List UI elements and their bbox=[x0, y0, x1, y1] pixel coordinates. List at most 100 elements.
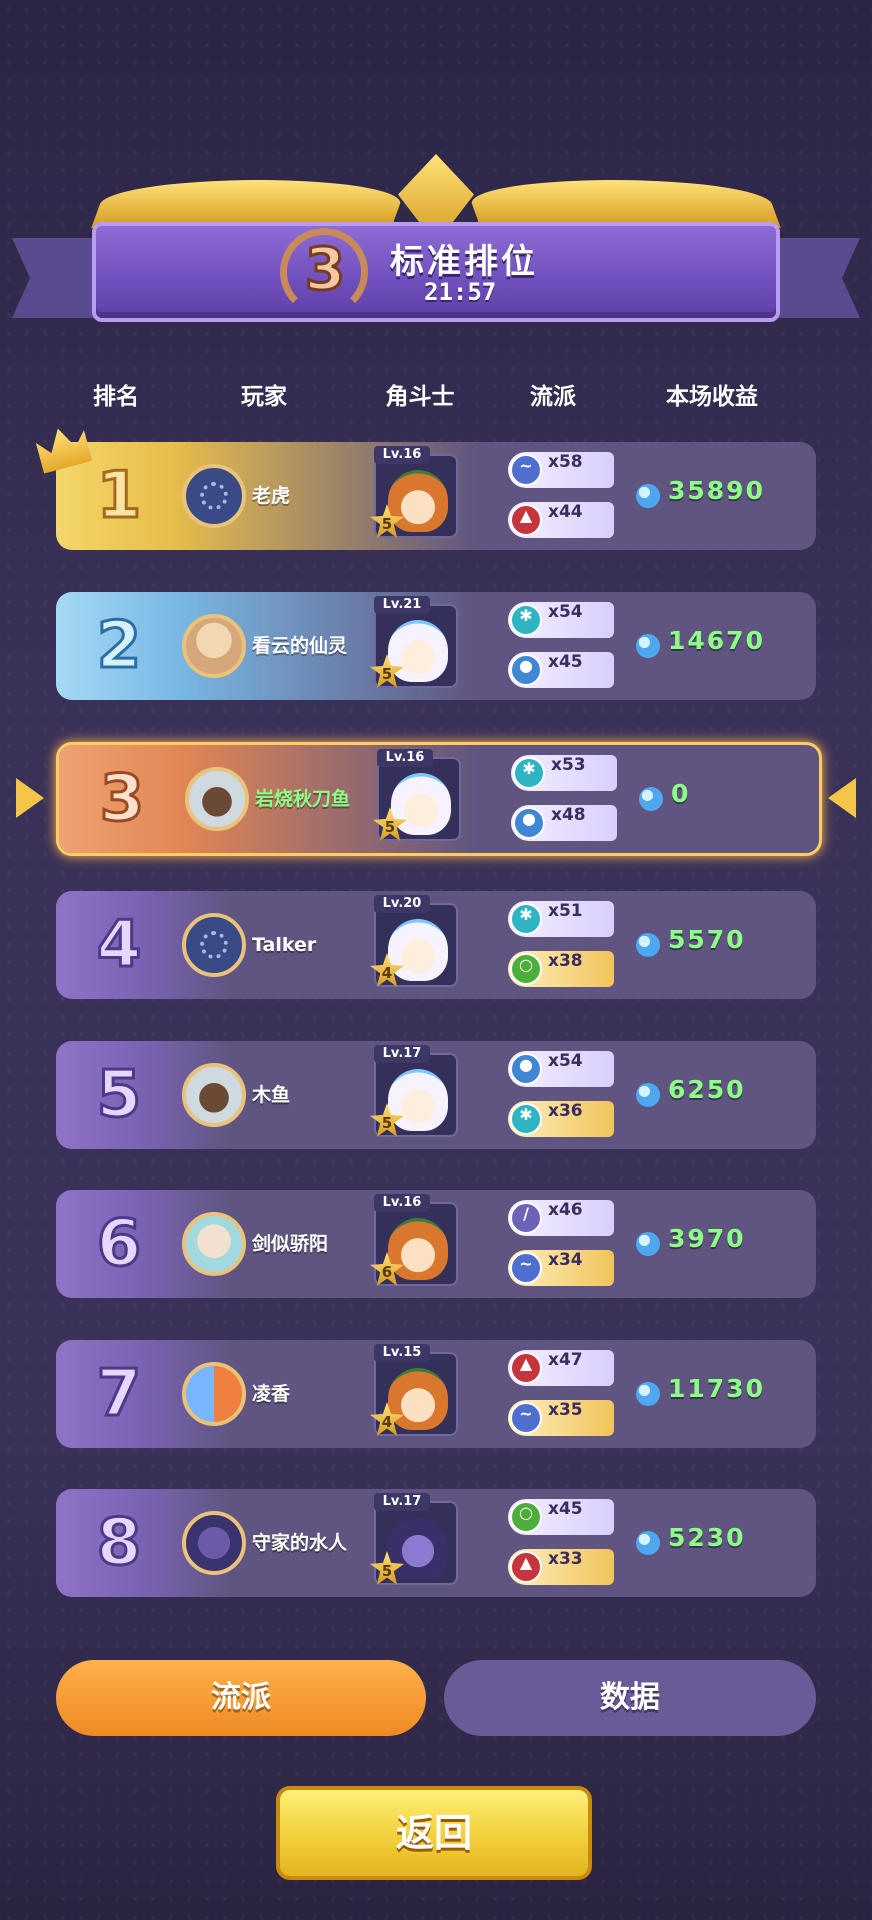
faction-count: x35 bbox=[548, 1400, 583, 1420]
faction-badge-primary[interactable]: ✱ x54 bbox=[508, 602, 614, 638]
faction-badge-primary[interactable]: ✱ x51 bbox=[508, 901, 614, 937]
player-name: 看云的仙灵 bbox=[252, 635, 348, 657]
match-income: 5230 bbox=[668, 1523, 746, 1552]
faction-badge-secondary[interactable]: ○ x38 bbox=[508, 951, 614, 987]
faction-badge-secondary[interactable]: ▲ x44 bbox=[508, 502, 614, 538]
gem-icon bbox=[636, 634, 660, 658]
blue-spirit-icon: ~ bbox=[510, 1402, 542, 1434]
match-income: 5570 bbox=[668, 925, 746, 954]
self-marker-left-arrow-icon bbox=[16, 778, 44, 818]
faction-badge-primary[interactable]: ● x54 bbox=[508, 1051, 614, 1087]
rank-number: 8 bbox=[95, 1505, 143, 1582]
tab-data[interactable]: 数据 bbox=[444, 1660, 816, 1736]
final-rank-badge: 3 bbox=[303, 235, 346, 304]
self-marker-right-arrow-icon bbox=[828, 778, 856, 818]
faction-count: x33 bbox=[548, 1549, 583, 1569]
water-drop-icon: ● bbox=[510, 1053, 542, 1085]
tab-faction[interactable]: 流派 bbox=[56, 1660, 426, 1736]
match-timer: 21:57 bbox=[424, 278, 497, 306]
faction-badge-secondary[interactable]: ▲ x33 bbox=[508, 1549, 614, 1585]
fighter-level: Lv.16 bbox=[374, 1194, 430, 1212]
player-avatar[interactable] bbox=[182, 1212, 246, 1276]
fighter-level: Lv.16 bbox=[374, 446, 430, 464]
faction-badge-secondary[interactable]: ✱ x36 bbox=[508, 1101, 614, 1137]
faction-count: x36 bbox=[548, 1101, 583, 1121]
faction-count: x45 bbox=[548, 652, 583, 672]
ribbon-tail-right bbox=[770, 238, 860, 318]
ranking-row[interactable]: 2 看云的仙灵 Lv.21 5 ✱ x54 ● x45 14670 bbox=[56, 592, 816, 700]
player-avatar[interactable] bbox=[182, 1362, 246, 1426]
red-flame-icon: ▲ bbox=[510, 1352, 542, 1384]
ranking-row[interactable]: 1 老虎 Lv.16 5 ~ x58 ▲ x44 35890 bbox=[56, 442, 816, 550]
match-income: 0 bbox=[671, 779, 691, 808]
player-avatar[interactable] bbox=[182, 913, 246, 977]
col-player: 玩家 bbox=[241, 384, 287, 410]
green-potion-icon: ○ bbox=[510, 953, 542, 985]
faction-badge-primary[interactable]: ○ x45 bbox=[508, 1499, 614, 1535]
faction-count: x38 bbox=[548, 951, 583, 971]
gem-icon bbox=[636, 1232, 660, 1256]
match-income: 6250 bbox=[668, 1075, 746, 1104]
water-drop-icon: ● bbox=[510, 654, 542, 686]
player-name: 剑似骄阳 bbox=[252, 1233, 329, 1255]
ranking-row[interactable]: 8 守家的水人 Lv.17 5 ○ x45 ▲ x33 5230 bbox=[56, 1489, 816, 1597]
faction-count: x54 bbox=[548, 602, 583, 622]
gem-icon bbox=[636, 1382, 660, 1406]
faction-count: x34 bbox=[548, 1250, 583, 1270]
player-avatar[interactable] bbox=[182, 614, 246, 678]
water-drop-icon: ● bbox=[513, 807, 545, 839]
gem-icon bbox=[636, 933, 660, 957]
faction-badge-secondary[interactable]: ~ x35 bbox=[508, 1400, 614, 1436]
ranking-row[interactable]: 7 凌香 Lv.15 4 ▲ x47 ~ x35 11730 bbox=[56, 1340, 816, 1448]
faction-count: x44 bbox=[548, 502, 583, 522]
match-income: 14670 bbox=[668, 626, 765, 655]
back-button[interactable]: 返回 bbox=[276, 1786, 592, 1880]
player-avatar[interactable] bbox=[185, 767, 249, 831]
faction-count: x46 bbox=[548, 1200, 583, 1220]
faction-count: x51 bbox=[548, 901, 583, 921]
faction-count: x54 bbox=[548, 1051, 583, 1071]
faction-badge-primary[interactable]: / x46 bbox=[508, 1200, 614, 1236]
faction-count: x47 bbox=[548, 1350, 583, 1370]
faction-badge-primary[interactable]: ~ x58 bbox=[508, 452, 614, 488]
rank-number: 6 bbox=[95, 1206, 143, 1283]
ranking-row[interactable]: 4 Talker Lv.20 4 ✱ x51 ○ x38 5570 bbox=[56, 891, 816, 999]
gem-icon bbox=[639, 787, 663, 811]
player-avatar[interactable] bbox=[182, 1511, 246, 1575]
gem-icon bbox=[636, 1531, 660, 1555]
ice-snowflake-icon: ✱ bbox=[510, 903, 542, 935]
rank-number: 3 bbox=[98, 761, 146, 838]
match-income: 3970 bbox=[668, 1224, 746, 1253]
player-avatar[interactable] bbox=[182, 464, 246, 528]
rank-number: 2 bbox=[95, 608, 143, 685]
player-name: Talker bbox=[252, 934, 317, 956]
fighter-level: Lv.16 bbox=[377, 749, 433, 767]
ranking-row[interactable]: 5 木鱼 Lv.17 5 ● x54 ✱ x36 6250 bbox=[56, 1041, 816, 1149]
faction-badge-primary[interactable]: ▲ x47 bbox=[508, 1350, 614, 1386]
ice-snowflake-icon: ✱ bbox=[510, 604, 542, 636]
col-faction: 流派 bbox=[530, 384, 576, 410]
rank-number: 5 bbox=[95, 1057, 143, 1134]
faction-badge-secondary[interactable]: ● x45 bbox=[508, 652, 614, 688]
fighter-level: Lv.15 bbox=[374, 1344, 430, 1362]
fighter-level: Lv.20 bbox=[374, 895, 430, 913]
ranking-row[interactable]: 6 剑似骄阳 Lv.16 6 / x46 ~ x34 3970 bbox=[56, 1190, 816, 1298]
blue-spirit-icon: ~ bbox=[510, 454, 542, 486]
ice-snowflake-icon: ✱ bbox=[510, 1103, 542, 1135]
rank-number: 7 bbox=[95, 1356, 143, 1433]
player-avatar[interactable] bbox=[182, 1063, 246, 1127]
player-name: 老虎 bbox=[252, 485, 291, 507]
match-header: 3 标准排位 21:57 bbox=[0, 150, 872, 340]
faction-badge-primary[interactable]: ✱ x53 bbox=[511, 755, 617, 791]
match-income: 11730 bbox=[668, 1374, 765, 1403]
col-rank: 排名 bbox=[93, 384, 139, 410]
faction-badge-secondary[interactable]: ● x48 bbox=[511, 805, 617, 841]
gem-icon bbox=[636, 484, 660, 508]
ranking-row[interactable]: 3 岩烧秋刀鱼 Lv.16 5 ✱ x53 ● x48 0 bbox=[56, 742, 822, 856]
player-name: 守家的水人 bbox=[252, 1532, 348, 1554]
gem-icon bbox=[636, 1083, 660, 1107]
faction-badge-secondary[interactable]: ~ x34 bbox=[508, 1250, 614, 1286]
rank-number: 4 bbox=[95, 907, 143, 984]
player-name: 岩烧秋刀鱼 bbox=[255, 788, 351, 810]
fighter-level: Lv.17 bbox=[374, 1493, 430, 1511]
